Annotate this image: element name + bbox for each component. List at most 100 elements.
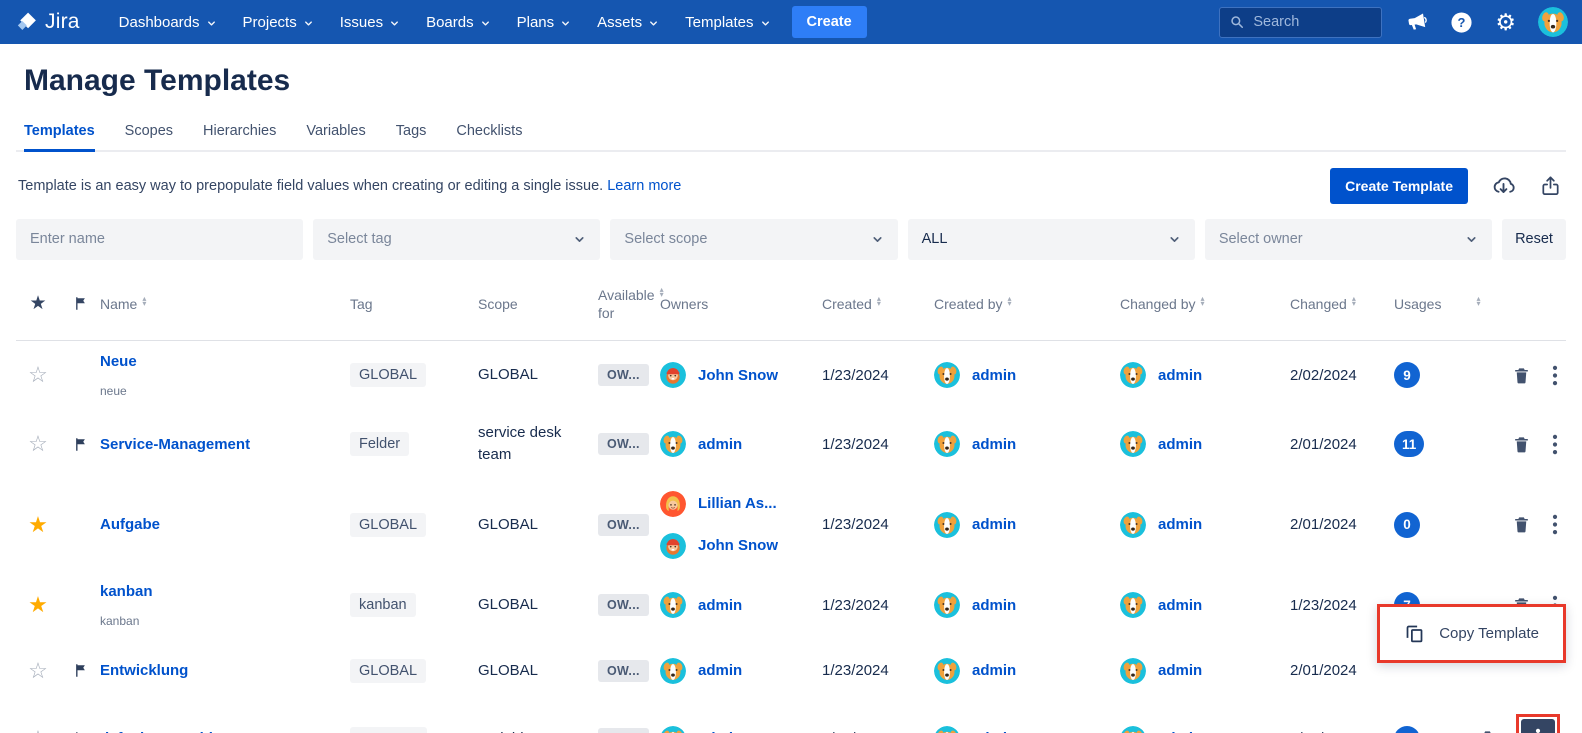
navbar-search[interactable] [1219, 7, 1382, 38]
owner-link[interactable]: John Snow [698, 537, 778, 554]
tab-templates[interactable]: Templates [24, 123, 95, 152]
user-item: admin [934, 658, 1120, 684]
tab-scopes[interactable]: Scopes [125, 123, 173, 150]
kebab-menu-button[interactable] [1550, 431, 1560, 458]
owners-cell: John Snow [660, 362, 822, 388]
import-cloud-icon[interactable] [1490, 173, 1517, 198]
help-icon[interactable]: ? [1450, 11, 1473, 34]
user-avatar[interactable] [1538, 7, 1568, 37]
usages-badge: 0 [1394, 512, 1420, 538]
changed-by-link[interactable]: admin [1158, 436, 1202, 453]
name-filter-input[interactable] [30, 231, 289, 247]
jira-home-link[interactable]: Jira [14, 10, 80, 35]
created-by-link[interactable]: admin [972, 367, 1016, 384]
changed-by-link[interactable]: admin [1158, 662, 1202, 679]
delete-button[interactable] [1510, 432, 1533, 457]
column-header-changed[interactable]: Changed▴▾ [1290, 295, 1394, 313]
star-outline-icon[interactable]: ☆ [28, 364, 48, 386]
nav-menu-dashboards[interactable]: Dashboards [106, 0, 230, 44]
template-name-link[interactable]: Entwicklung [100, 662, 188, 679]
export-icon[interactable] [1539, 173, 1562, 198]
reset-button[interactable]: Reset [1502, 219, 1566, 260]
template-name-link[interactable]: Service-Management [100, 436, 250, 453]
created-by-link[interactable]: admin [972, 436, 1016, 453]
changed-by-link[interactable]: admin [1158, 516, 1202, 533]
tab-bar: Templates Scopes Hierarchies Variables Tags C… [16, 123, 1566, 152]
created-by-link[interactable]: admin [972, 516, 1016, 533]
nav-menu-issues[interactable]: Issues [327, 0, 413, 44]
create-button[interactable]: Create [792, 6, 867, 38]
learn-more-link[interactable]: Learn more [607, 178, 681, 194]
star-cell: ☆ [16, 728, 60, 733]
tag-cell: GLOBAL [350, 513, 478, 537]
sort-arrows-icon[interactable]: ▴▾ [877, 296, 881, 306]
nav-menu-boards[interactable]: Boards [413, 0, 504, 44]
sort-arrows-icon[interactable]: ▴▾ [1201, 296, 1205, 306]
user-item: admin [1120, 658, 1290, 684]
sort-arrows-icon[interactable]: ▴▾ [1007, 296, 1011, 306]
nav-menu-templates[interactable]: Templates [672, 0, 783, 44]
owner-link[interactable]: admin [698, 436, 742, 453]
delete-button[interactable] [1476, 726, 1499, 733]
owner-link[interactable]: admin [698, 597, 742, 614]
owner-link[interactable]: admin [698, 662, 742, 679]
usages-badge: 9 [1394, 362, 1420, 388]
nav-menu-label: Plans [517, 14, 555, 31]
kebab-menu-button[interactable] [1521, 719, 1555, 733]
column-header-created-by[interactable]: Created by▴▾ [934, 295, 1120, 313]
owner-link[interactable]: John Snow [698, 367, 778, 384]
kebab-menu-button[interactable] [1550, 511, 1560, 538]
delete-button[interactable] [1510, 363, 1533, 388]
owner-filter-select[interactable]: Select owner [1205, 219, 1492, 260]
announcement-icon[interactable] [1404, 10, 1428, 34]
tag-filter-select[interactable]: Select tag [313, 219, 600, 260]
nav-menu-projects[interactable]: Projects [230, 0, 327, 44]
column-header-usages[interactable]: Usages▴▾ [1394, 295, 1474, 313]
name-filter[interactable] [16, 219, 303, 260]
create-template-button[interactable]: Create Template [1330, 168, 1468, 204]
avatar-john-snow [660, 362, 686, 388]
template-name-link[interactable]: kanban [100, 583, 153, 600]
star-outline-icon[interactable]: ☆ [28, 660, 48, 682]
column-header-label: Created [822, 295, 872, 313]
kebab-menu-button[interactable] [1550, 362, 1560, 389]
settings-gear-icon[interactable]: ⚙ [1495, 11, 1516, 34]
column-header-created[interactable]: Created ▴▾ [822, 295, 934, 313]
sort-arrows-icon[interactable]: ▴▾ [1352, 296, 1356, 306]
star-outline-icon[interactable]: ☆ [28, 433, 48, 455]
created-by-link[interactable]: admin [972, 597, 1016, 614]
flag-icon[interactable] [73, 729, 88, 733]
nav-menu-assets[interactable]: Assets [584, 0, 672, 44]
template-name-link[interactable]: Neue [100, 353, 137, 370]
flag-icon[interactable] [73, 435, 88, 454]
star-outline-icon[interactable]: ☆ [28, 728, 48, 733]
tab-variables[interactable]: Variables [306, 123, 365, 150]
column-header-name[interactable]: Name▴▾ [100, 295, 350, 313]
table-row: ☆EntwicklungGLOBALGLOBALOW...admin1/23/2… [16, 640, 1566, 702]
sort-arrows-icon[interactable]: ▴▾ [142, 296, 146, 306]
usages-cell: 11 [1394, 431, 1474, 457]
sort-arrows-icon[interactable]: ▴▾ [1476, 296, 1480, 306]
template-name-link[interactable]: Aufgabe [100, 516, 160, 533]
delete-button[interactable] [1510, 512, 1533, 537]
star-filled-icon[interactable]: ★ [28, 514, 48, 536]
column-header-changed-by[interactable]: Changed by▴▾ [1120, 295, 1290, 313]
owner-link[interactable]: Lillian As... [698, 495, 777, 512]
type-filter-select[interactable]: ALL [908, 219, 1195, 260]
column-header-available-for[interactable]: Available for▴▾ [598, 286, 660, 322]
search-input[interactable] [1253, 14, 1363, 30]
flag-icon[interactable] [73, 661, 88, 680]
table-row: ☆NeueneueGLOBALGLOBALOW...John Snow1/23/… [16, 341, 1566, 410]
tab-tags[interactable]: Tags [396, 123, 427, 150]
star-filled-icon[interactable]: ★ [28, 594, 48, 616]
tab-checklists[interactable]: Checklists [456, 123, 522, 150]
avatar-admin [1120, 592, 1146, 618]
copy-template-menu-item[interactable]: Copy Template [1380, 607, 1563, 660]
changed-by-link[interactable]: admin [1158, 367, 1202, 384]
changed-by-link[interactable]: admin [1158, 597, 1202, 614]
flag-cell [60, 435, 100, 454]
tab-hierarchies[interactable]: Hierarchies [203, 123, 276, 150]
created-by-link[interactable]: admin [972, 662, 1016, 679]
nav-menu-plans[interactable]: Plans [504, 0, 585, 44]
scope-filter-select[interactable]: Select scope [610, 219, 897, 260]
